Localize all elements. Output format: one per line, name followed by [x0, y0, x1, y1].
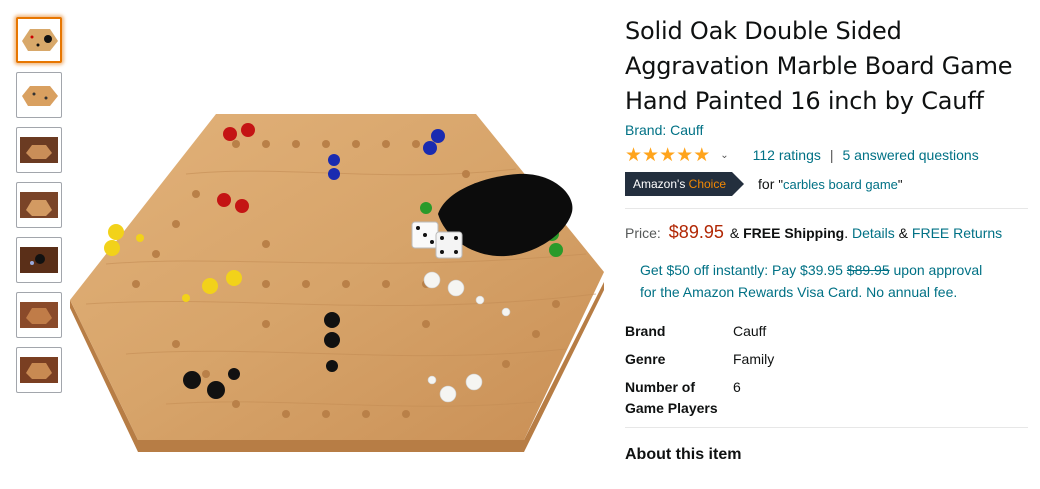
period: .	[844, 225, 849, 241]
spec-row-genre: Genre Family	[625, 349, 1030, 370]
product-specs: Brand Cauff Genre Family Number of Game …	[625, 321, 1030, 419]
spec-row-players: Number of Game Players 6	[625, 377, 1030, 419]
thumbnail-3[interactable]	[16, 127, 62, 173]
badge-choice: Choice	[688, 177, 727, 191]
choice-keyword-link[interactable]: carbles board game	[783, 177, 898, 192]
price-amp-2: &	[898, 225, 909, 241]
thumbnail-strip	[16, 17, 62, 402]
product-title: Solid Oak Double Sided Aggravation Marbl…	[625, 17, 1013, 115]
amazons-choice-badge: Amazon's Choice	[625, 172, 745, 196]
star-icon: ★	[659, 144, 677, 166]
spec-value: Cauff	[733, 323, 767, 339]
star-icon: ★	[625, 144, 643, 166]
star-rating[interactable]: ★ ★ ★ ★ ★	[625, 146, 710, 165]
chevron-down-icon[interactable]: ⌄	[720, 150, 728, 161]
star-icon: ★	[693, 144, 711, 166]
price-value: $89.95	[668, 222, 724, 242]
ratings-count-link[interactable]: 112 ratings	[753, 147, 821, 163]
free-shipping-label: FREE Shipping	[743, 225, 845, 241]
thumbnail-5[interactable]	[16, 237, 62, 283]
choice-keyword: "carbles board game"	[778, 177, 902, 192]
free-returns-link[interactable]: FREE Returns	[912, 225, 1002, 241]
quote-close: "	[897, 176, 903, 192]
star-icon: ★	[676, 144, 694, 166]
divider	[625, 208, 1028, 209]
rating-row: ★ ★ ★ ★ ★ ⌄ 112 ratings | 5 answered que…	[625, 144, 1030, 166]
thumbnail-2[interactable]	[16, 72, 62, 118]
amazons-choice-row: Amazon's Choice for "carbles board game"	[625, 172, 1030, 196]
spec-key: Number of Game Players	[625, 379, 718, 416]
offer-strike-price: $89.95	[846, 262, 890, 278]
thumbnail-7[interactable]	[16, 347, 62, 393]
thumbnail-4[interactable]	[16, 182, 62, 228]
main-product-image[interactable]	[66, 104, 608, 460]
thumbnail-1[interactable]	[16, 17, 62, 63]
spec-value: 6	[733, 379, 741, 395]
badge-prefix: Amazon's	[633, 177, 686, 191]
shipping-details-link[interactable]: Details	[852, 225, 895, 241]
thumbnail-6[interactable]	[16, 292, 62, 338]
divider	[625, 427, 1028, 428]
spec-value: Family	[733, 351, 775, 367]
separator: |	[829, 147, 834, 163]
spec-key: Brand	[625, 323, 666, 339]
price-label: Price:	[625, 225, 661, 241]
credit-card-offer[interactable]: Get $50 off instantly: Pay $39.95 $89.95…	[640, 259, 1000, 303]
choice-for-label: for	[758, 176, 775, 192]
spec-row-brand: Brand Cauff	[625, 321, 1030, 342]
about-heading: About this item	[625, 446, 742, 463]
price-row: Price: $89.95 & FREE Shipping. Details &…	[625, 222, 1030, 243]
spec-key: Genre	[625, 351, 666, 367]
answered-questions-link[interactable]: 5 answered questions	[843, 147, 979, 163]
star-icon: ★	[642, 144, 660, 166]
product-info: Solid Oak Double Sided Aggravation Marbl…	[625, 14, 1030, 464]
offer-text-a: Get $50 off instantly: Pay $39.95	[640, 262, 843, 278]
price-amp-1: &	[729, 225, 740, 241]
brand-link[interactable]: Brand: Cauff	[625, 122, 703, 138]
